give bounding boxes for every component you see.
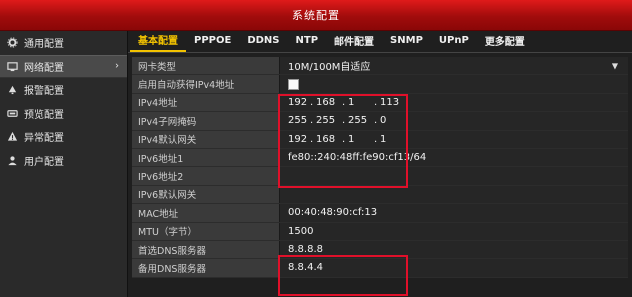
ip-octet[interactable]: 1 (348, 134, 374, 145)
dns-secondary-label: 备用DNS服务器 (132, 259, 280, 277)
sidebar-item-label: 预览配置 (24, 109, 64, 121)
ip-octet[interactable]: 113 (380, 97, 406, 108)
sidebar-item-exception[interactable]: 异常配置 (0, 125, 127, 149)
ip-octet[interactable]: 0 (380, 115, 406, 126)
ipv4-gateway-label: IPv4默认网关 (132, 130, 280, 148)
dropdown-arrow-icon: ▼ (611, 61, 618, 71)
preview-icon (6, 107, 18, 119)
gear-icon (6, 37, 18, 49)
mtu-input[interactable]: 1500 (280, 222, 628, 240)
sidebar-item-network[interactable]: 网络配置 › (0, 54, 127, 78)
dhcp-checkbox[interactable] (288, 78, 299, 90)
tab-ntp[interactable]: NTP (288, 32, 327, 52)
sidebar-item-preview[interactable]: 预览配置 (0, 102, 127, 126)
network-icon (6, 60, 18, 72)
dhcp-cell (280, 75, 628, 93)
ip-octet[interactable]: 255 (316, 115, 342, 126)
mtu-label: MTU（字节） (132, 222, 280, 240)
ip-octet[interactable]: 255 (348, 115, 374, 126)
ipv4-address-label: IPv4地址 (132, 93, 280, 112)
ipv4-gateway-octets: 192 . 168 . 1 . 1 (288, 134, 406, 145)
sidebar-item-user[interactable]: 用户配置 (0, 149, 127, 173)
ipv4-mask-octets: 255 . 255 . 255 . 0 (288, 115, 406, 126)
sidebar-item-general[interactable]: 通用配置 (0, 31, 127, 55)
chevron-right-icon: › (115, 60, 119, 72)
tab-ddns[interactable]: DDNS (239, 32, 287, 52)
row-ipv6-gateway: IPv6默认网关 (132, 185, 628, 205)
row-mac-address: MAC地址 00:40:48:90:cf:13 (132, 204, 628, 223)
ip-octet[interactable]: 168 (316, 97, 342, 108)
settings-grid: 网卡类型 10M/100M自适应 ▼ 启用自动获得IPv4地址 IPv4地址 1… (132, 57, 628, 278)
row-dns-primary: 首选DNS服务器 8.8.8.8 (132, 240, 628, 260)
warning-icon (6, 131, 18, 143)
dns-secondary-input[interactable]: 8.8.4.4 (280, 259, 628, 277)
sidebar-item-label: 异常配置 (24, 133, 64, 145)
ipv4-mask-input[interactable]: 255 . 255 . 255 . 0 (280, 112, 628, 130)
sidebar-item-label: 网络配置 (24, 62, 64, 74)
ip-octet[interactable]: 168 (316, 134, 342, 145)
ipv6-address-2-label: IPv6地址2 (132, 167, 280, 185)
sidebar-item-alarm[interactable]: 报警配置 (0, 78, 127, 102)
tab-bar: 基本配置 PPPOE DDNS NTP 邮件配置 SNMP UPnP 更多配置 (128, 31, 632, 53)
ipv4-address-octets: 192 . 168 . 1 . 113 (288, 97, 406, 108)
ipv6-address-1-label: IPv6地址1 (132, 148, 280, 167)
ipv4-address-input[interactable]: 192 . 168 . 1 . 113 (280, 93, 628, 112)
main-panel: 基本配置 PPPOE DDNS NTP 邮件配置 SNMP UPnP 更多配置 … (128, 31, 632, 297)
ip-octet[interactable]: 1 (348, 97, 374, 108)
sidebar-item-label: 报警配置 (24, 86, 64, 98)
row-ipv4-gateway: IPv4默认网关 192 . 168 . 1 . 1 (132, 130, 628, 149)
tab-basic[interactable]: 基本配置 (130, 32, 186, 52)
row-dhcp: 启用自动获得IPv4地址 (132, 75, 628, 94)
mac-address-value: 00:40:48:90:cf:13 (280, 204, 628, 222)
row-ipv4-address: IPv4地址 192 . 168 . 1 . 113 (132, 93, 628, 113)
sidebar: 通用配置 网络配置 › 报警配置 预览配置 异常配置 用户配置 (0, 31, 128, 297)
title-bar: 系统配置 (0, 0, 632, 31)
dns-primary-label: 首选DNS服务器 (132, 240, 280, 259)
window-title: 系统配置 (292, 9, 340, 22)
mac-address-label: MAC地址 (132, 204, 280, 222)
ip-octet[interactable]: 192 (288, 97, 310, 108)
ipv6-gateway-value (280, 185, 628, 204)
row-nic-type: 网卡类型 10M/100M自适应 ▼ (132, 57, 628, 76)
tab-snmp[interactable]: SNMP (382, 32, 431, 52)
dns-primary-input[interactable]: 8.8.8.8 (280, 240, 628, 259)
tab-more[interactable]: 更多配置 (477, 32, 533, 52)
ipv4-mask-label: IPv4子网掩码 (132, 112, 280, 130)
ip-octet[interactable]: 1 (380, 134, 406, 145)
user-icon (6, 154, 18, 166)
row-ipv6-address-2: IPv6地址2 (132, 167, 628, 186)
tab-upnp[interactable]: UPnP (431, 32, 477, 52)
alarm-icon (6, 84, 18, 96)
ip-octet[interactable]: 255 (288, 115, 310, 126)
tab-email[interactable]: 邮件配置 (326, 32, 382, 52)
sidebar-item-label: 用户配置 (24, 156, 64, 168)
ipv6-address-2-value (280, 167, 628, 185)
dhcp-label: 启用自动获得IPv4地址 (132, 75, 280, 93)
row-ipv4-mask: IPv4子网掩码 255 . 255 . 255 . 0 (132, 112, 628, 131)
ipv6-gateway-label: IPv6默认网关 (132, 185, 280, 204)
row-ipv6-address-1: IPv6地址1 fe80::240:48ff:fe90:cf13/64 (132, 148, 628, 168)
row-dns-secondary: 备用DNS服务器 8.8.4.4 (132, 259, 628, 278)
ipv4-gateway-input[interactable]: 192 . 168 . 1 . 1 (280, 130, 628, 148)
row-mtu: MTU（字节） 1500 (132, 222, 628, 241)
ipv6-address-1-value: fe80::240:48ff:fe90:cf13/64 (280, 148, 628, 167)
ip-octet[interactable]: 192 (288, 134, 310, 145)
nic-type-label: 网卡类型 (132, 57, 280, 75)
nic-type-select[interactable]: 10M/100M自适应 ▼ (280, 57, 628, 75)
nic-type-value: 10M/100M自适应 (288, 62, 371, 74)
sidebar-item-label: 通用配置 (24, 39, 64, 51)
tab-pppoe[interactable]: PPPOE (186, 32, 239, 52)
